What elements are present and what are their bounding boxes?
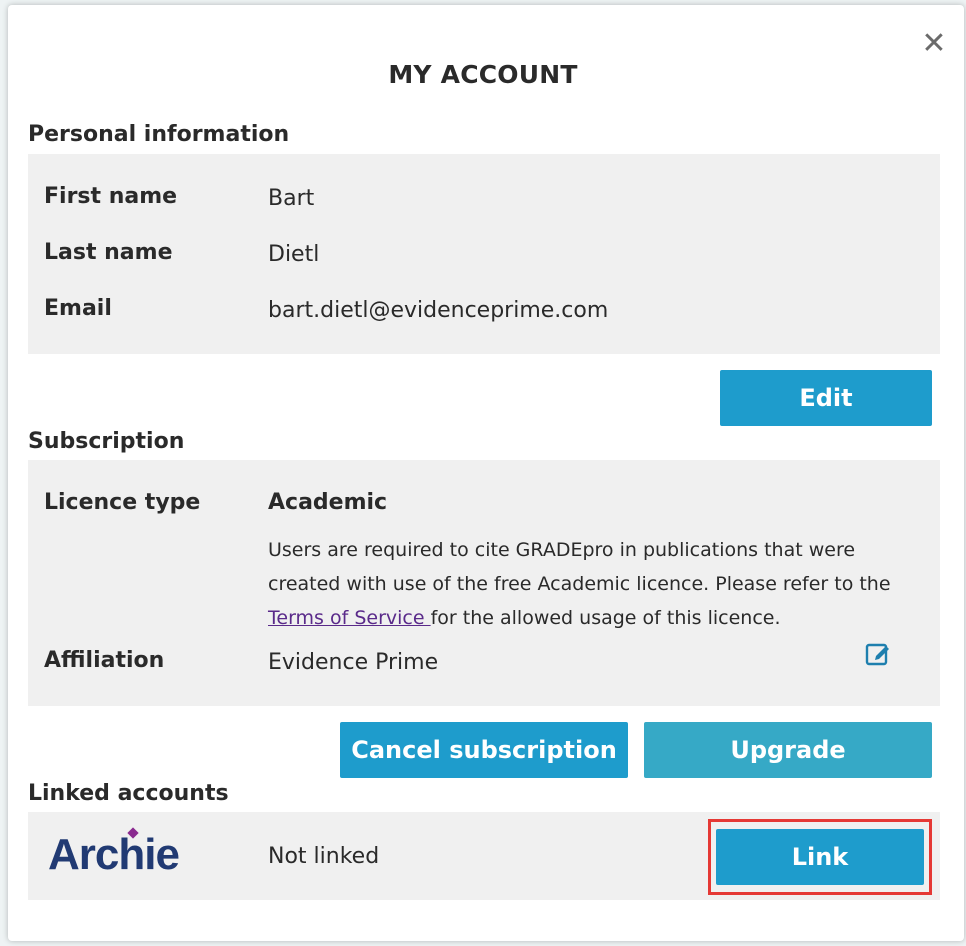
link-status: Not linked xyxy=(268,844,380,869)
last-name-label: Last name xyxy=(44,240,173,265)
edit-affiliation-icon[interactable] xyxy=(864,640,892,668)
affiliation-value: Evidence Prime xyxy=(268,650,439,675)
first-name-label: First name xyxy=(44,184,178,209)
licence-description-text: Users are required to cite GRADEpro in p… xyxy=(268,539,891,595)
terms-of-service-link[interactable]: Terms of Service xyxy=(268,607,431,629)
affiliation-label: Affiliation xyxy=(44,648,165,673)
edit-button[interactable]: Edit xyxy=(720,370,932,426)
licence-type-value: Academic xyxy=(268,490,388,515)
last-name-value: Dietl xyxy=(268,242,320,267)
archie-logo: Archie xyxy=(48,830,180,879)
personal-info-heading: Personal information xyxy=(28,122,290,147)
link-button-highlight xyxy=(708,819,932,895)
licence-description-text-end: for the allowed usage of this licence. xyxy=(430,607,781,629)
modal-title: MY ACCOUNT xyxy=(388,60,578,89)
licence-description: Users are required to cite GRADEpro in p… xyxy=(268,533,908,635)
email-label: Email xyxy=(44,296,112,321)
subscription-heading: Subscription xyxy=(28,429,185,454)
cancel-subscription-button[interactable]: Cancel subscription xyxy=(340,722,628,778)
first-name-value: Bart xyxy=(268,186,315,211)
close-icon[interactable]: ✕ xyxy=(920,29,948,59)
personal-info-panel: First name Bart Last name Dietl Email ba… xyxy=(28,154,940,354)
linked-accounts-heading: Linked accounts xyxy=(28,781,229,806)
email-value: bart.dietl@evidenceprime.com xyxy=(268,298,609,323)
subscription-panel: Licence type Academic Users are required… xyxy=(28,460,940,706)
upgrade-subscription-button[interactable]: Upgrade subscription xyxy=(644,722,932,820)
licence-type-label: Licence type xyxy=(44,490,201,515)
